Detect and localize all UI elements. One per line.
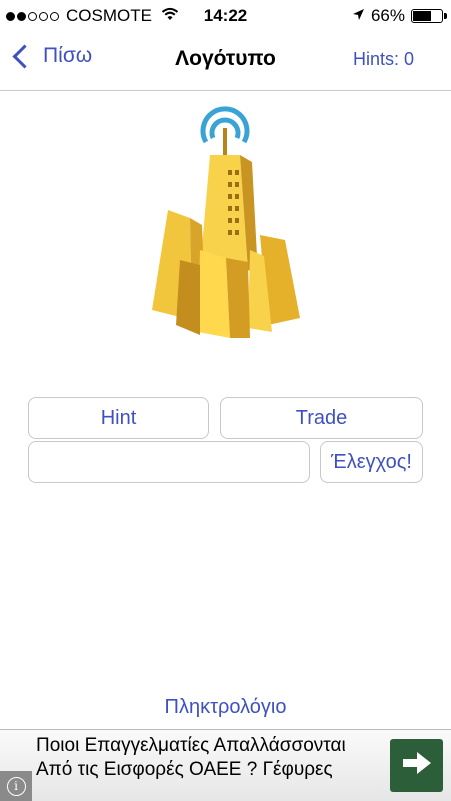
hint-button[interactable]: Hint (28, 397, 209, 439)
info-icon: i (6, 776, 26, 796)
status-bar: COSMOTE 14:22 66% (0, 0, 451, 32)
logo-image (140, 100, 310, 345)
ad-info-button[interactable]: i (0, 771, 32, 801)
arrow-right-icon (402, 752, 431, 779)
location-arrow-icon (352, 6, 365, 26)
answer-input[interactable] (28, 441, 310, 483)
battery-icon (411, 9, 447, 23)
ad-text[interactable]: Ποιοι Επαγγελματίες Απαλλάσσονται Από τι… (36, 734, 376, 782)
battery-fill (413, 11, 431, 21)
check-button[interactable]: Έλεγχος! (320, 441, 423, 483)
status-right: 66% (352, 6, 447, 26)
ad-banner[interactable]: Ποιοι Επαγγελματίες Απαλλάσσονται Από τι… (0, 729, 451, 801)
navigation-bar: Πίσω Λογότυπο Hints: 0 (0, 32, 451, 91)
trade-button[interactable]: Trade (220, 397, 423, 439)
keyboard-link[interactable]: Πληκτρολόγιο (0, 696, 451, 719)
ad-arrow-button[interactable] (390, 739, 443, 792)
battery-percent: 66% (370, 6, 405, 25)
hints-counter: Hints: 0 (352, 49, 414, 69)
